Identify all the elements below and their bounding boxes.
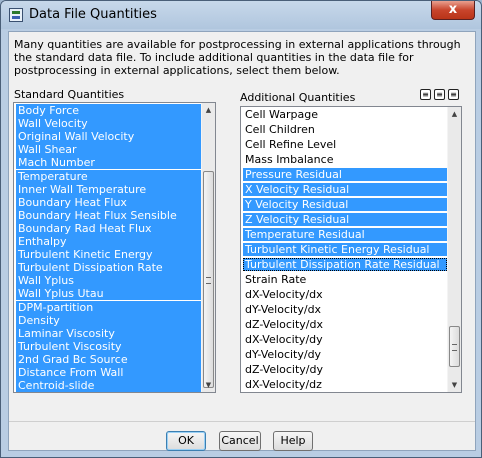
list-item[interactable]: Cell Warpage: [243, 108, 447, 121]
list-item[interactable]: dX-Velocity/dy: [243, 333, 447, 346]
scroll-up-icon[interactable]: ▲: [448, 107, 461, 121]
scroll-thumb[interactable]: [449, 326, 460, 367]
list-item[interactable]: dY-Velocity/dx: [243, 303, 447, 316]
standard-list-scrollbar[interactable]: ▲ ▼: [201, 103, 215, 392]
button-bar-divider: [9, 421, 475, 422]
list-item[interactable]: Body Force: [16, 104, 201, 117]
scroll-up-icon[interactable]: ▲: [202, 103, 215, 117]
list-item[interactable]: Wall Shear: [16, 143, 201, 157]
list-item[interactable]: Boundary Heat Flux Sensible: [16, 208, 201, 222]
list-item[interactable]: DPM-partition: [16, 300, 201, 314]
select-all-icon[interactable]: ≡: [420, 89, 431, 100]
title-bar[interactable]: Data File Quantities x: [1, 1, 481, 29]
list-item[interactable]: Mass Imbalance: [243, 153, 447, 166]
dialog-window: Data File Quantities x Many quantities a…: [0, 0, 482, 458]
ok-button[interactable]: OK: [166, 431, 206, 451]
description-text: Many quantities are available for postpr…: [14, 38, 461, 77]
list-item[interactable]: X Velocity Residual: [243, 183, 447, 196]
additional-quantities-label: Additional Quantities: [240, 91, 356, 104]
standard-quantities-label: Standard Quantities: [14, 88, 125, 101]
list-item[interactable]: 2nd Grad Bc Source: [16, 352, 201, 366]
additional-list-scrollbar[interactable]: ▲ ▼: [447, 107, 461, 392]
list-item[interactable]: Pressure Residual: [243, 168, 447, 181]
list-item[interactable]: Turbulent Kinetic Energy Residual: [243, 243, 447, 256]
list-item[interactable]: Density: [16, 313, 201, 327]
deselect-all-icon[interactable]: ≡: [434, 89, 445, 100]
list-item[interactable]: Centroid-slide: [16, 379, 201, 392]
list-item[interactable]: Wall Velocity: [16, 117, 201, 131]
list-item[interactable]: Turbulent Viscosity: [16, 339, 201, 353]
list-item[interactable]: dY-Velocity/dy: [243, 348, 447, 361]
list-item[interactable]: Turbulent Dissipation Rate Residual: [243, 258, 447, 271]
list-item[interactable]: Turbulent Kinetic Energy: [16, 248, 201, 262]
additional-quantities-list[interactable]: Cell Warpage Cell Children Cell Refine Lev…: [240, 106, 462, 393]
list-item[interactable]: Mach Number: [16, 156, 201, 170]
list-item[interactable]: Strain Rate: [243, 273, 447, 286]
list-item[interactable]: dZ-Velocity/dx: [243, 318, 447, 331]
list-item[interactable]: Temperature: [16, 169, 201, 183]
list-item[interactable]: Wall Yplus Utau: [16, 287, 201, 301]
close-button[interactable]: x: [431, 1, 475, 20]
list-item[interactable]: Z Velocity Residual: [243, 213, 447, 226]
list-item[interactable]: Boundary Rad Heat Flux: [16, 221, 201, 235]
list-item[interactable]: dX-Velocity/dz: [243, 378, 447, 391]
list-item[interactable]: Wall Yplus: [16, 274, 201, 288]
standard-quantities-list[interactable]: Body Force Wall Velocity Original Wall Vel…: [13, 102, 216, 393]
window-title: Data File Quantities: [29, 7, 157, 22]
list-item[interactable]: dZ-Velocity/dy: [243, 363, 447, 376]
scroll-thumb[interactable]: [203, 171, 214, 388]
list-item[interactable]: Y Velocity Residual: [243, 198, 447, 211]
cancel-button[interactable]: Cancel: [219, 431, 261, 451]
list-item[interactable]: Temperature Residual: [243, 228, 447, 241]
dialog-body: Many quantities are available for postpr…: [8, 31, 476, 451]
list-item[interactable]: Inner Wall Temperature: [16, 182, 201, 196]
help-button[interactable]: Help: [273, 431, 313, 451]
list-item[interactable]: Turbulent Dissipation Rate: [16, 261, 201, 275]
list-item[interactable]: Enthalpy: [16, 235, 201, 248]
invert-selection-icon[interactable]: ≡: [448, 89, 459, 100]
list-item[interactable]: Cell Children: [243, 123, 447, 136]
list-item[interactable]: Boundary Heat Flux: [16, 195, 201, 209]
scroll-down-icon[interactable]: ▼: [202, 378, 215, 392]
scroll-down-icon[interactable]: ▼: [448, 378, 461, 392]
list-item[interactable]: Cell Refine Level: [243, 138, 447, 151]
list-item[interactable]: dX-Velocity/dx: [243, 288, 447, 301]
app-icon: [9, 8, 23, 22]
list-item[interactable]: Laminar Viscosity: [16, 326, 201, 340]
list-item[interactable]: Original Wall Velocity: [16, 130, 201, 144]
list-item[interactable]: Distance From Wall: [16, 366, 201, 379]
